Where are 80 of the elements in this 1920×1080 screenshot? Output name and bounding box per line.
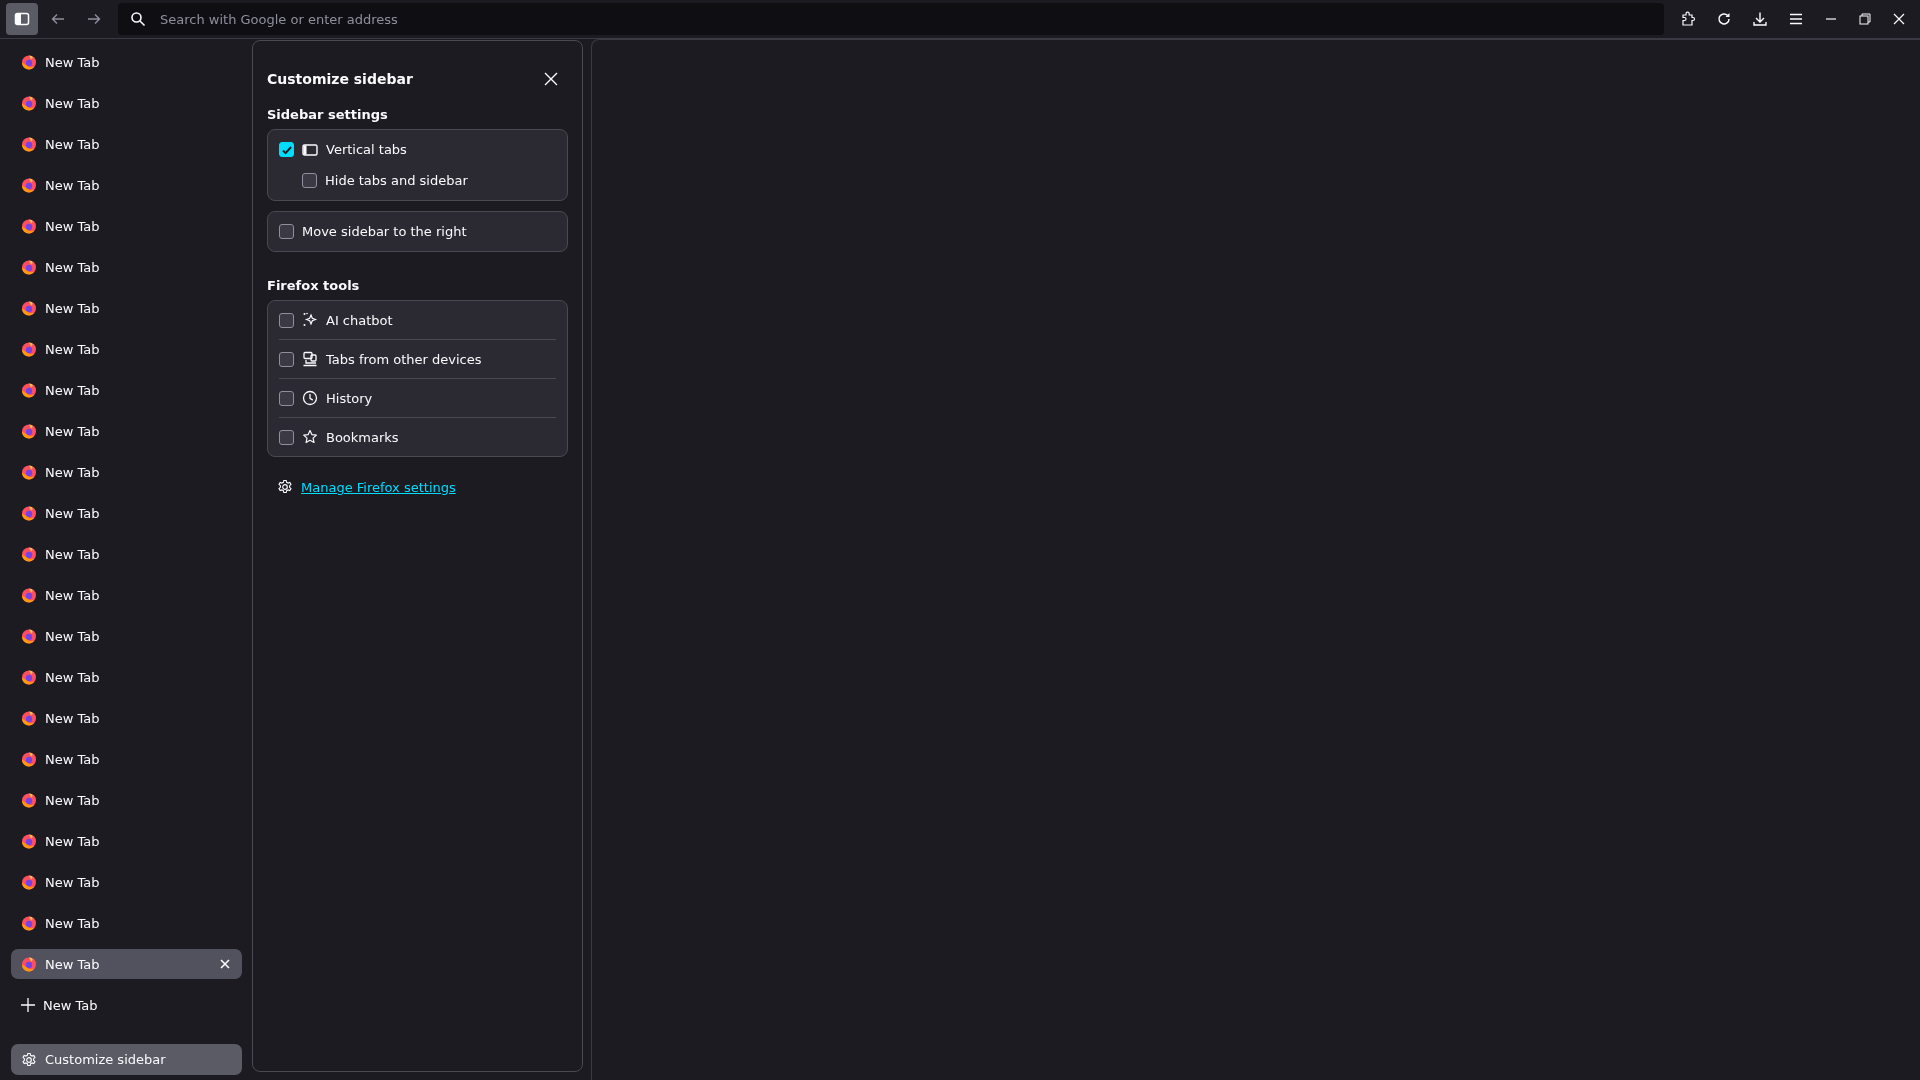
firefox-icon bbox=[21, 628, 37, 644]
tab[interactable]: New Tab bbox=[11, 457, 242, 487]
firefox-icon bbox=[21, 874, 37, 890]
firefox-icon bbox=[21, 54, 37, 70]
reload-icon bbox=[1716, 11, 1732, 27]
manage-settings-link[interactable]: Manage Firefox settings bbox=[301, 479, 456, 495]
panel-title: Customize sidebar bbox=[267, 71, 413, 87]
tab[interactable]: New Tab bbox=[11, 211, 242, 241]
back-arrow-icon bbox=[50, 11, 66, 27]
star-icon bbox=[302, 429, 318, 445]
firefox-icon bbox=[21, 710, 37, 726]
sidebar-icon bbox=[14, 11, 30, 27]
tab[interactable]: New Tab bbox=[11, 498, 242, 528]
firefox-icon bbox=[21, 833, 37, 849]
firefox-icon bbox=[21, 95, 37, 111]
forward-arrow-icon bbox=[86, 11, 102, 27]
tab[interactable]: New Tab bbox=[11, 826, 242, 856]
firefox-icon bbox=[21, 382, 37, 398]
devices-icon bbox=[302, 351, 318, 367]
firefox-icon bbox=[21, 218, 37, 234]
section-heading: Sidebar settings bbox=[267, 107, 389, 122]
close-icon bbox=[1893, 13, 1905, 25]
checkbox-option[interactable]: Vertical tabs bbox=[279, 134, 556, 165]
firefox-icon bbox=[21, 341, 37, 357]
checkbox-option[interactable]: Tabs from other devices bbox=[279, 340, 556, 379]
firefox-icon bbox=[21, 464, 37, 480]
sidebar-toggle-button[interactable] bbox=[6, 3, 38, 35]
checkbox-option[interactable]: History bbox=[279, 379, 556, 418]
plus-icon bbox=[21, 998, 35, 1012]
firefox-icon bbox=[21, 259, 37, 275]
tab[interactable]: New Tab bbox=[11, 580, 242, 610]
firefox-icon bbox=[21, 751, 37, 767]
tab[interactable]: New Tab bbox=[11, 416, 242, 446]
firefox-icon bbox=[21, 587, 37, 603]
tab[interactable]: New Tab bbox=[11, 539, 242, 569]
sparkle-icon bbox=[302, 312, 318, 328]
checkbox-option[interactable]: Move sidebar to the right bbox=[279, 216, 556, 247]
tab[interactable]: New Tab bbox=[11, 662, 242, 692]
new-tab-button[interactable]: New Tab bbox=[11, 990, 242, 1020]
gear-icon bbox=[21, 1051, 37, 1068]
tab[interactable]: New Tab bbox=[11, 334, 242, 364]
checkbox-option[interactable]: Bookmarks bbox=[279, 418, 556, 456]
tab[interactable]: New Tab bbox=[11, 785, 242, 815]
tab[interactable]: New Tab bbox=[11, 703, 242, 733]
tab[interactable]: New Tab bbox=[11, 170, 242, 200]
checkbox-option[interactable]: AI chatbot bbox=[279, 301, 556, 340]
tab[interactable]: New Tab bbox=[11, 47, 242, 77]
tab[interactable]: New Tab bbox=[11, 375, 242, 405]
restore-icon bbox=[1859, 13, 1871, 25]
firefox-icon bbox=[21, 300, 37, 316]
firefox-icon bbox=[21, 423, 37, 439]
customize-sidebar-button[interactable]: Customize sidebar bbox=[11, 1044, 242, 1075]
download-icon bbox=[1752, 11, 1768, 27]
tab[interactable]: New Tab bbox=[11, 621, 242, 651]
address-field[interactable]: Search with Google or enter address bbox=[118, 3, 1664, 35]
checkbox-option[interactable]: Hide tabs and sidebar bbox=[279, 165, 556, 196]
tab[interactable]: New Tab bbox=[11, 252, 242, 282]
tab[interactable]: New Tab bbox=[11, 88, 242, 118]
menu-icon bbox=[1788, 11, 1804, 27]
tab[interactable]: New Tab bbox=[11, 908, 242, 938]
close-tab-icon[interactable] bbox=[220, 959, 230, 969]
firefox-icon bbox=[21, 546, 37, 562]
tab[interactable]: New Tab bbox=[11, 293, 242, 323]
settings-icon bbox=[277, 479, 293, 495]
section-heading: Firefox tools bbox=[267, 278, 361, 293]
firefox-icon bbox=[21, 915, 37, 931]
tab[interactable]: New Tab bbox=[11, 129, 242, 159]
firefox-icon bbox=[21, 136, 37, 152]
tab[interactable]: New Tab bbox=[11, 949, 242, 979]
tab[interactable]: New Tab bbox=[11, 744, 242, 774]
firefox-icon bbox=[21, 956, 37, 972]
clock-icon bbox=[302, 390, 318, 406]
firefox-icon bbox=[21, 177, 37, 193]
close-icon[interactable] bbox=[544, 72, 558, 86]
sidebar-icon bbox=[302, 141, 318, 158]
firefox-icon bbox=[21, 669, 37, 685]
firefox-icon bbox=[21, 505, 37, 521]
puzzle-icon bbox=[1680, 11, 1696, 27]
tab[interactable]: New Tab bbox=[11, 867, 242, 897]
firefox-icon bbox=[21, 792, 37, 808]
